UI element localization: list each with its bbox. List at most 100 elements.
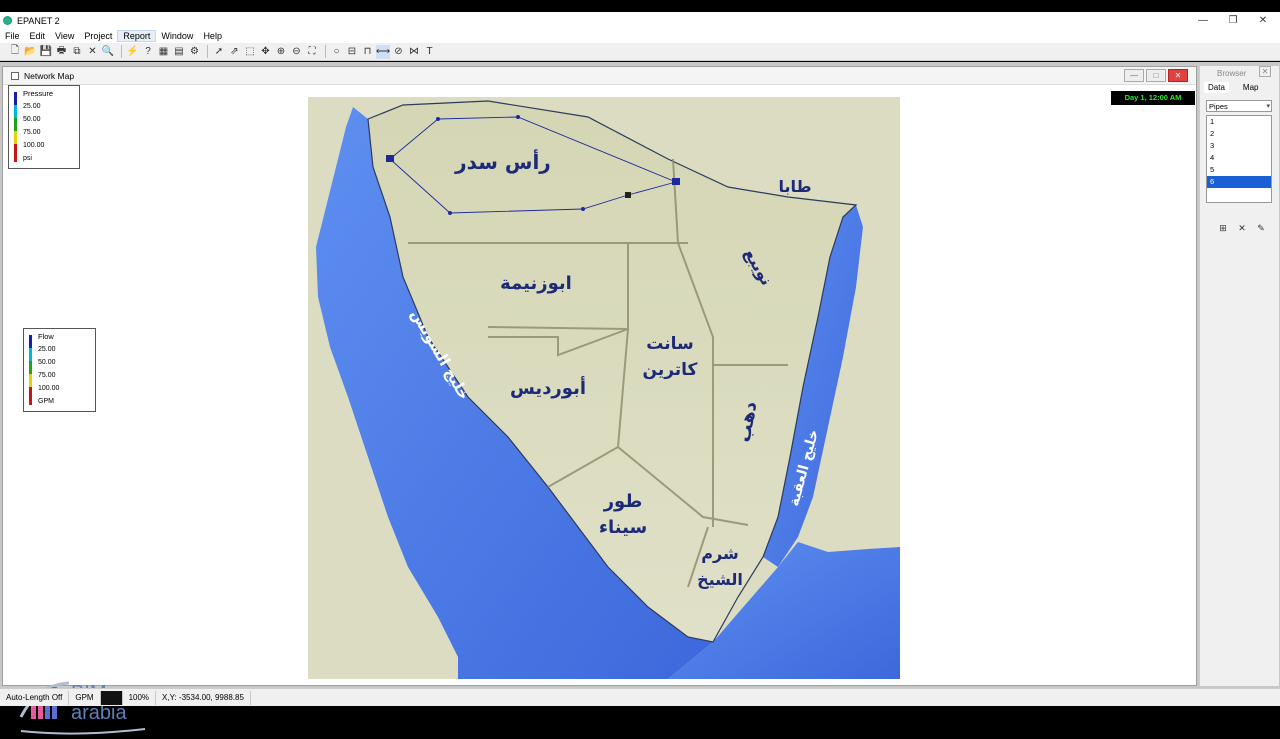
network-map-titlebar: Network Map — □ ✕ [3,67,1196,85]
delete-icon[interactable]: ✕ [86,45,100,59]
menu-view[interactable]: View [50,31,79,41]
flow-legend-unit: GPM [38,398,54,405]
close-button[interactable]: ✕ [1248,12,1278,29]
menu-help[interactable]: Help [198,31,227,41]
map-close-button[interactable]: ✕ [1168,69,1188,82]
graph-icon[interactable]: ▦ [157,45,171,59]
map-maximize-button[interactable]: □ [1146,69,1166,82]
flow-units-status: GPM [69,690,101,705]
list-item[interactable]: 5 [1207,164,1271,176]
table-icon[interactable]: ▤ [172,45,186,59]
junction-node[interactable] [581,207,585,211]
object-category-select[interactable]: Pipes ▾ [1206,100,1272,112]
delete-object-icon[interactable]: ✕ [1237,223,1247,233]
pressure-legend-value: 50.00 [23,116,41,123]
add-label-icon[interactable]: T [423,45,437,59]
list-item[interactable]: 1 [1207,116,1271,128]
label-abu-zenima: ابوزنيمة [500,273,572,294]
window-title: EPANET 2 [17,15,60,26]
pressure-legend-title: Pressure [23,89,54,98]
menu-edit[interactable]: Edit [25,31,51,41]
flow-legend-value: 25.00 [38,346,56,353]
junction-node[interactable] [436,117,440,121]
list-item[interactable]: 4 [1207,152,1271,164]
network-map-title: Network Map [24,70,75,81]
pan-icon[interactable]: ✥ [259,45,273,59]
tank-node[interactable] [672,178,680,185]
label-taba: طابا [778,177,811,196]
query-icon[interactable]: ? [141,45,155,59]
chevron-down-icon: ▾ [1266,103,1270,110]
add-pump-icon[interactable]: ⊘ [392,45,406,59]
add-valve-icon[interactable]: ⋈ [407,45,421,59]
tab-data[interactable]: Data [1204,82,1229,93]
pressure-legend-value: 25.00 [23,103,41,110]
options-icon[interactable]: ⚙ [188,45,202,59]
menu-project[interactable]: Project [79,31,117,41]
open-icon[interactable]: 📂 [24,45,38,59]
list-item[interactable]: 3 [1207,140,1271,152]
menu-report[interactable]: Report [117,30,157,42]
flow-legend-title: Flow [38,332,54,341]
menu-file[interactable]: File [0,31,25,41]
label-st-catherine-1: سانت [646,334,693,354]
new-icon[interactable]: 🗋 [8,45,22,59]
full-extent-icon[interactable]: ⛶ [305,45,319,59]
browser-close-button[interactable]: ✕ [1259,66,1271,77]
print-icon[interactable]: 🖶 [55,45,69,59]
label-ras-sedr: رأس سدر [454,148,551,174]
restore-button[interactable]: ❐ [1218,12,1248,29]
browser-title: Browser [1217,68,1247,78]
label-abu-redis: أبورديس [510,376,586,399]
tab-map[interactable]: Map [1239,82,1263,93]
minimize-button[interactable]: — [1188,12,1218,29]
junction-node[interactable] [516,115,520,119]
simulation-time-clock: Day 1, 12:00 AM [1111,91,1195,105]
epanet-app-icon [3,16,12,25]
toolbar: 🗋 📂 💾 🖶 ⧉ ✕ 🔍 ⚡ ? ▦ ▤ ⚙ ➚ ⇗ ⬚ ✥ ⊕ ⊖ ⛶ ○ … [0,43,1280,61]
copy-icon[interactable]: ⧉ [70,45,84,59]
flow-legend-value: 75.00 [38,372,56,379]
junction-node[interactable] [448,211,452,215]
label-sharm-2: الشيخ [697,570,743,589]
add-tank-icon[interactable]: ⊓ [361,45,375,59]
add-pipe-icon[interactable]: ⟷ [376,44,390,59]
select-vertex-icon[interactable]: ⇗ [228,45,242,59]
pressure-legend-unit: psi [23,155,32,162]
menu-bar: File Edit View Project Report Window Hel… [0,29,1280,43]
list-item-selected[interactable]: 6 [1207,176,1271,188]
add-object-icon[interactable]: ⊞ [1218,223,1228,233]
run-status-icon [100,690,123,705]
title-bar: EPANET 2 — ❐ ✕ [0,12,1280,29]
zoom-out-icon[interactable]: ⊖ [290,45,304,59]
pressure-legend-value: 75.00 [23,129,41,136]
bim-arabia-watermark: BIM arabia [19,681,146,735]
sinai-backdrop-map[interactable]: رأس سدر طابا نويبع ابوزنيمة سانت كاترين … [308,97,900,679]
zoom-in-icon[interactable]: ⊕ [274,45,288,59]
run-icon[interactable]: ⚡ [126,45,140,59]
auto-length-status[interactable]: Auto-Length Off [0,690,70,705]
find-icon[interactable]: 🔍 [101,45,115,59]
label-tur-2: سيناء [599,517,647,538]
status-bar: Auto-Length Off GPM 100% X,Y: -3534.00, … [0,688,1280,706]
map-minimize-button[interactable]: — [1124,69,1144,82]
list-item[interactable]: 2 [1207,128,1271,140]
label-tur-1: طور [603,491,643,512]
menu-window[interactable]: Window [156,31,198,41]
map-window-icon [11,71,19,80]
add-reservoir-icon[interactable]: ⊟ [345,45,359,59]
select-object-icon[interactable]: ➚ [212,45,226,59]
selected-pipe-marker[interactable] [625,192,631,198]
save-icon[interactable]: 💾 [39,45,53,59]
select-region-icon[interactable]: ⬚ [243,45,257,59]
add-junction-icon[interactable]: ○ [330,45,344,59]
pressure-legend[interactable]: Pressure 25.00 50.00 75.00 100.00 psi [8,85,80,169]
object-list[interactable]: 1 2 3 4 5 6 [1206,115,1272,203]
flow-legend-value: 100.00 [38,385,60,392]
edit-object-icon[interactable]: ✎ [1256,223,1266,233]
cursor-coordinates: X,Y: -3534.00, 9988.85 [156,690,251,705]
pressure-legend-value: 100.00 [23,142,45,149]
flow-legend[interactable]: Flow 25.00 50.00 75.00 100.00 GPM [23,328,96,412]
reservoir-node[interactable] [386,155,394,162]
zoom-level: 100% [123,690,157,705]
